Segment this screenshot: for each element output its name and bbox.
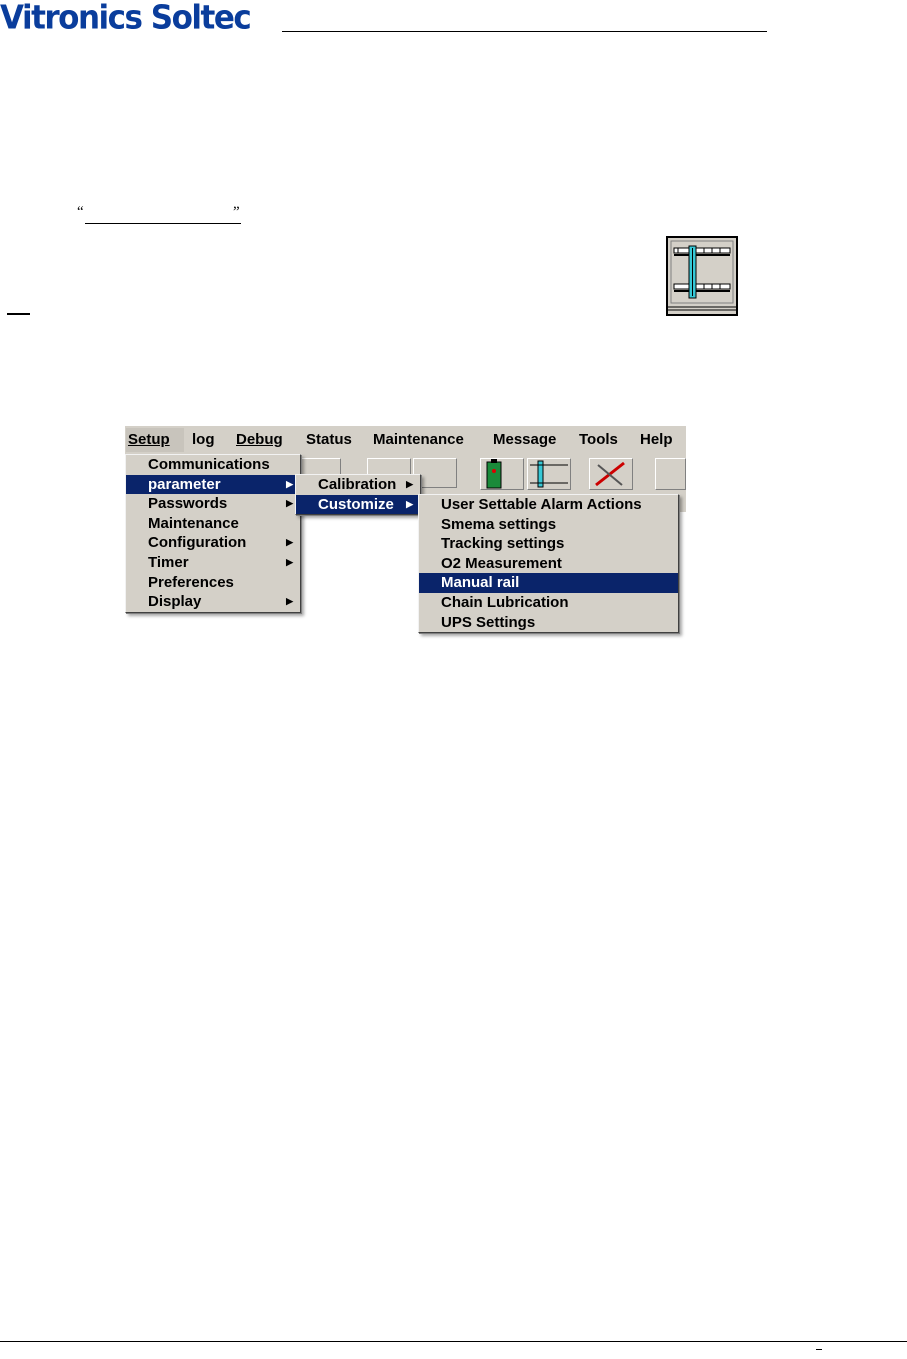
menu-item-manual-rail[interactable]: Manual rail: [419, 573, 678, 593]
submenu-arrow-icon: ▶: [286, 478, 293, 489]
menu-item-communications[interactable]: Communications: [126, 455, 300, 475]
footer-mark: [816, 1349, 822, 1350]
battery-icon[interactable]: [480, 458, 524, 490]
rail-toolbar-icon[interactable]: [527, 458, 571, 490]
menu-item-customize[interactable]: Customize ▶: [296, 494, 420, 515]
quote-close: ”: [233, 204, 240, 220]
menu-item-timer[interactable]: Timer ▶: [126, 553, 300, 573]
setup-menu: Communications parameter ▶ Passwords ▶ Mai…: [125, 454, 301, 613]
submenu-arrow-icon: ▶: [286, 537, 293, 548]
menu-log[interactable]: log: [192, 431, 215, 448]
menu-item-smema-settings[interactable]: Smema settings: [419, 515, 678, 535]
header-rule: [282, 31, 767, 32]
submenu-arrow-icon: ▶: [286, 556, 293, 567]
toolbar-button[interactable]: [655, 458, 686, 490]
menu-item-tracking-settings[interactable]: Tracking settings: [419, 534, 678, 554]
submenu-arrow-icon: ▶: [406, 498, 413, 509]
parameter-submenu: Calibration ▶ Customize ▶: [295, 474, 421, 516]
manual-rail-icon: [666, 236, 738, 316]
submenu-arrow-icon: ▶: [286, 498, 293, 509]
menu-bar: Setup log Debug Status Maintenance Messa…: [125, 426, 686, 454]
menu-item-chain-lubrication[interactable]: Chain Lubrication: [419, 593, 678, 613]
quote-open: “: [77, 204, 84, 220]
footer-rule: [0, 1341, 907, 1342]
quote-underline: [85, 223, 241, 224]
menu-screenshot: Setup log Debug Status Maintenance Messa…: [125, 426, 686, 640]
tools-icon[interactable]: [589, 458, 633, 490]
company-logo: Vitronics Soltec: [0, 0, 252, 37]
menu-setup[interactable]: Setup: [126, 428, 184, 452]
menu-item-parameter[interactable]: parameter ▶: [126, 474, 300, 495]
menu-debug[interactable]: Debug: [236, 431, 283, 448]
menu-message[interactable]: Message: [493, 431, 556, 448]
menu-tools[interactable]: Tools: [579, 431, 618, 448]
customize-submenu: User Settable Alarm Actions Smema settin…: [418, 494, 679, 634]
menu-item-display[interactable]: Display ▶: [126, 592, 300, 612]
menu-maintenance[interactable]: Maintenance: [373, 431, 464, 448]
short-underline: [7, 313, 30, 315]
menu-item-passwords[interactable]: Passwords ▶: [126, 494, 300, 514]
menu-item-user-settable-alarm-actions[interactable]: User Settable Alarm Actions: [419, 495, 678, 515]
menu-help[interactable]: Help: [640, 431, 673, 448]
menu-item-o2-measurement[interactable]: O2 Measurement: [419, 554, 678, 574]
menu-item-configuration[interactable]: Configuration ▶: [126, 533, 300, 553]
menu-item-preferences[interactable]: Preferences: [126, 573, 300, 593]
menu-status[interactable]: Status: [306, 431, 352, 448]
menu-item-calibration[interactable]: Calibration ▶: [296, 475, 420, 495]
submenu-arrow-icon: ▶: [286, 596, 293, 607]
submenu-arrow-icon: ▶: [406, 479, 413, 489]
menu-item-maintenance[interactable]: Maintenance: [126, 514, 300, 534]
menu-item-ups-settings[interactable]: UPS Settings: [419, 613, 678, 633]
